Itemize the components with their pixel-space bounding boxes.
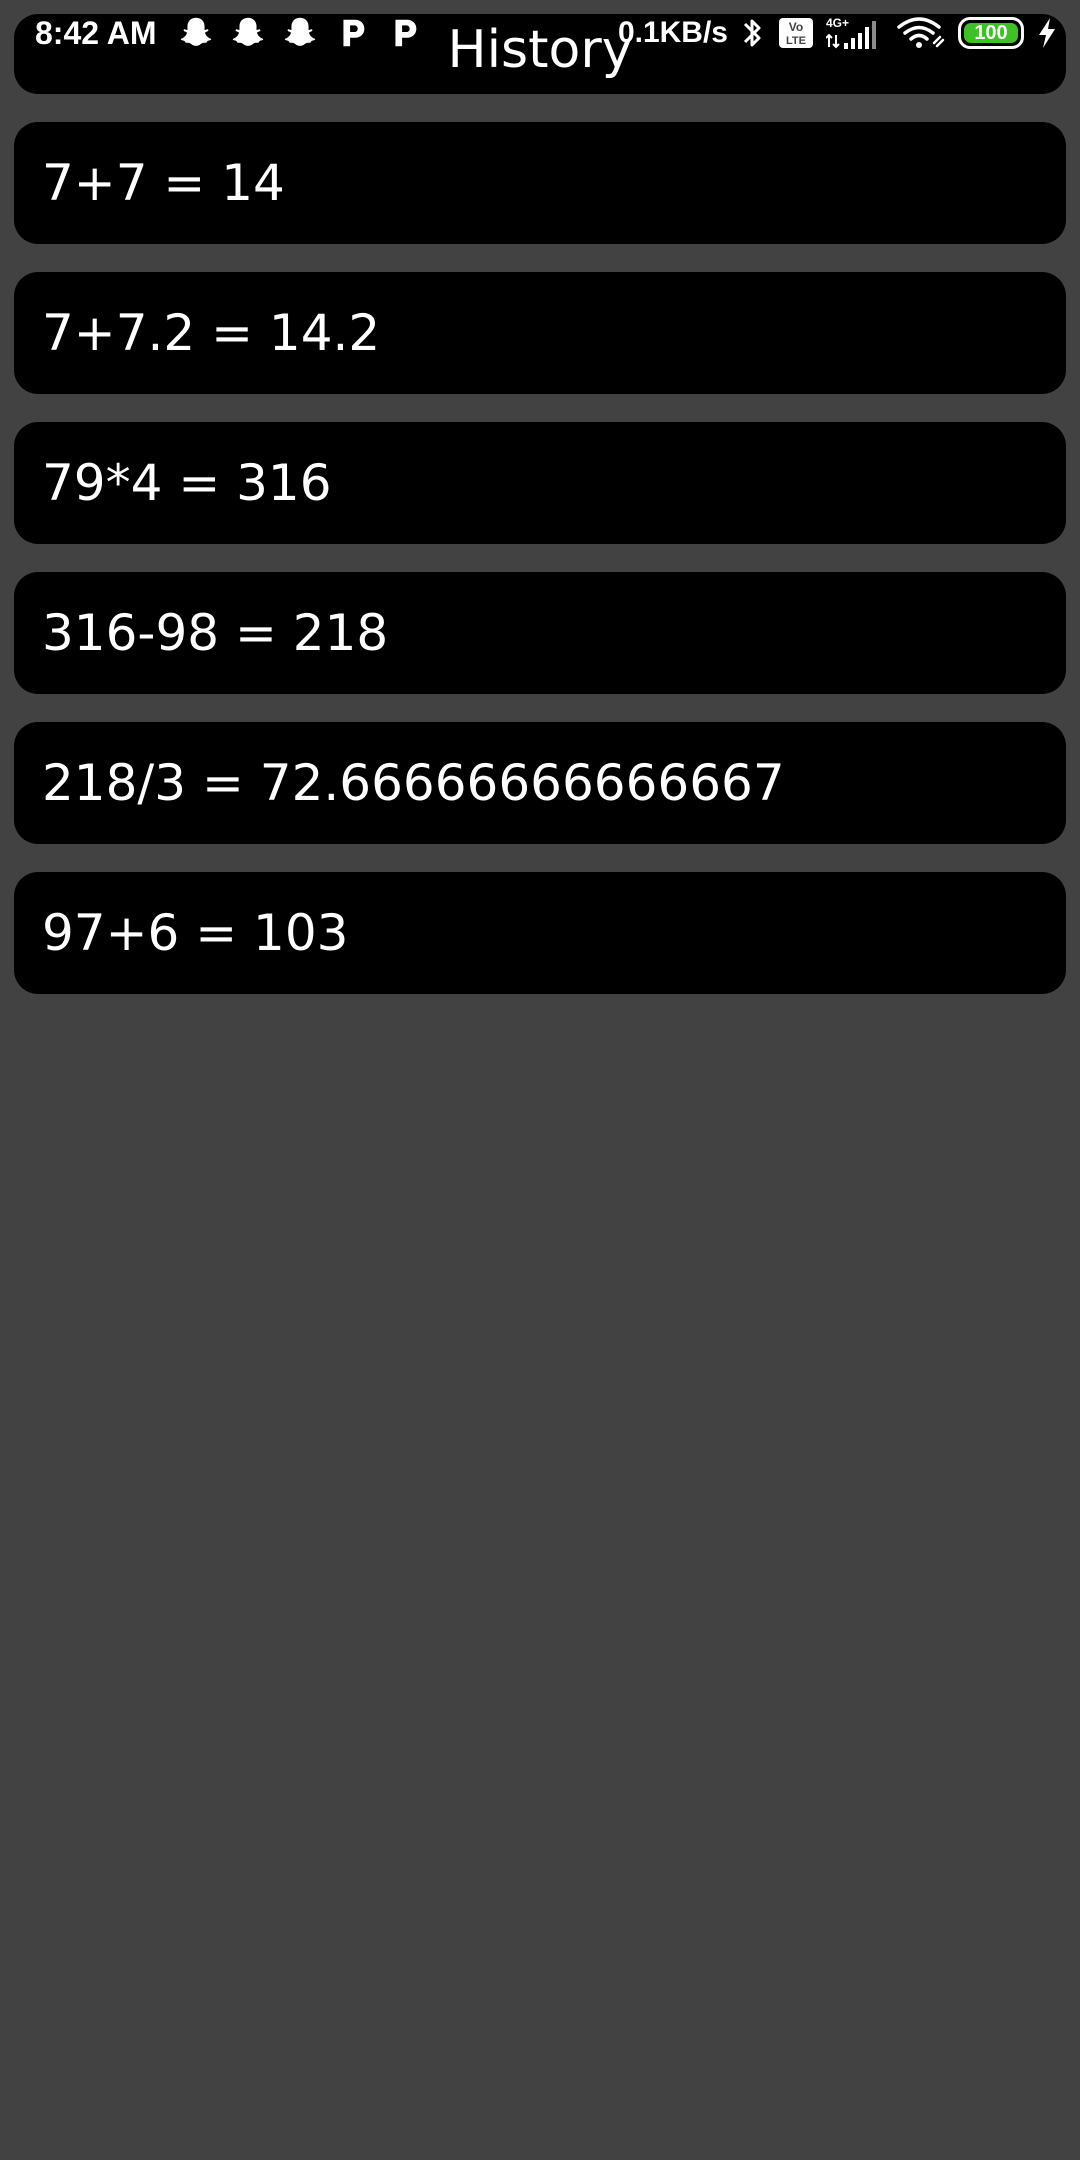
svg-text:Vo: Vo (789, 20, 803, 34)
status-bar: 8:42 AM 0.1KB/s Vo LTE 4G+ 100 (0, 0, 1080, 66)
history-item[interactable]: 218/3 = 72.66666666666667 (14, 722, 1066, 844)
status-time: 8:42 AM (35, 14, 157, 51)
history-entry-text: 218/3 = 72.66666666666667 (42, 754, 785, 812)
snapchat-icon (232, 17, 263, 46)
volte-icon: Vo LTE (779, 18, 813, 48)
history-item[interactable]: 7+7.2 = 14.2 (14, 272, 1066, 394)
history-item[interactable]: 97+6 = 103 (14, 872, 1066, 994)
status-left: 8:42 AM (35, 14, 423, 52)
history-list: 7+7 = 14 7+7.2 = 14.2 79*4 = 316 316-98 … (14, 122, 1066, 1022)
4g-signal-icon: 4G+ (826, 16, 876, 49)
history-item[interactable]: 79*4 = 316 (14, 422, 1066, 544)
network-speed: 0.1KB/s (617, 16, 728, 49)
history-entry-text: 7+7.2 = 14.2 (42, 304, 381, 362)
history-entry-text: 97+6 = 103 (42, 904, 349, 962)
p-app-icon (394, 19, 416, 47)
status-right: 0.1KB/s Vo LTE 4G+ 100 (618, 14, 1058, 52)
svg-text:LTE: LTE (786, 35, 806, 47)
wifi-icon (897, 17, 945, 48)
battery-level: 100 (974, 22, 1008, 44)
svg-text:4G+: 4G+ (826, 16, 849, 30)
snapchat-icon (284, 17, 315, 46)
history-item[interactable]: 316-98 = 218 (14, 572, 1066, 694)
history-entry-text: 7+7 = 14 (42, 154, 285, 212)
history-item[interactable]: 7+7 = 14 (14, 122, 1066, 244)
p-app-icon (342, 19, 364, 47)
battery-indicator: 100 (958, 17, 1024, 49)
history-entry-text: 316-98 = 218 (42, 604, 389, 662)
history-entry-text: 79*4 = 316 (42, 454, 332, 512)
charging-icon (1039, 18, 1055, 48)
bluetooth-icon (743, 19, 761, 47)
snapchat-icon (180, 17, 211, 46)
